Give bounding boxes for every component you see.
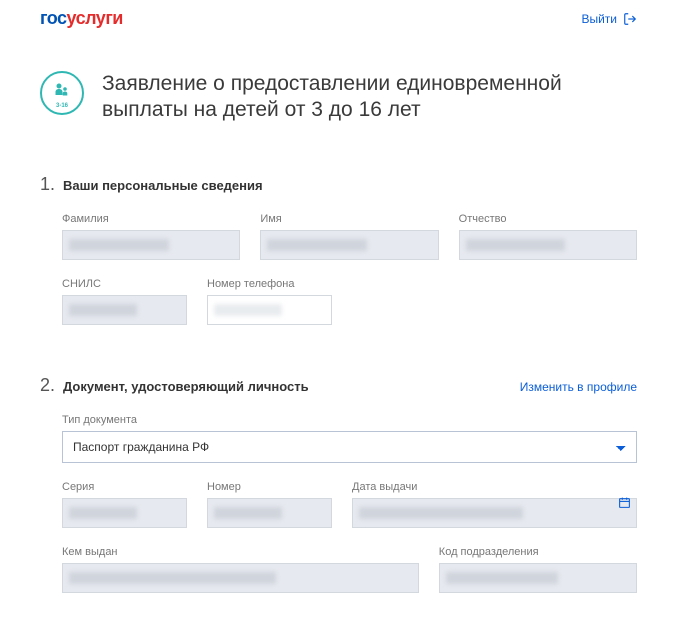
logo[interactable]: госуслуги: [40, 8, 123, 29]
number-input[interactable]: [207, 498, 332, 528]
snils-label: СНИЛС: [62, 278, 187, 290]
section-title: Ваши персональные сведения: [63, 178, 637, 193]
edit-profile-link[interactable]: Изменить в профиле: [520, 380, 637, 394]
section-document: 2. Документ, удостоверяющий личность Изм…: [40, 375, 637, 593]
logo-part-1: гос: [40, 8, 67, 28]
dept-code-input[interactable]: [439, 563, 637, 593]
snils-input[interactable]: [62, 295, 187, 325]
phone-label: Номер телефона: [207, 278, 332, 290]
section-title: Документ, удостоверяющий личность: [63, 379, 512, 394]
calendar-icon[interactable]: [618, 496, 631, 512]
logout-link[interactable]: Выйти: [581, 12, 617, 26]
series-input[interactable]: [62, 498, 187, 528]
doc-type-label: Тип документа: [62, 414, 637, 426]
dept-code-label: Код подразделения: [439, 546, 637, 558]
issued-by-input[interactable]: [62, 563, 419, 593]
section-personal: 1. Ваши персональные сведения Фамилия Им…: [40, 174, 637, 325]
section-num: 1.: [40, 174, 55, 195]
issue-date-label: Дата выдачи: [352, 481, 637, 493]
firstname-input[interactable]: [260, 230, 438, 260]
children-icon: 3-16: [40, 71, 84, 115]
lastname-input[interactable]: [62, 230, 240, 260]
lastname-label: Фамилия: [62, 213, 240, 225]
issued-by-label: Кем выдан: [62, 546, 419, 558]
doc-type-select[interactable]: Паспорт гражданина РФ: [62, 431, 637, 463]
header: госуслуги Выйти: [40, 0, 637, 41]
patronymic-input[interactable]: [459, 230, 637, 260]
logout-icon: [623, 12, 637, 26]
patronymic-label: Отчество: [459, 213, 637, 225]
icon-age-label: 3-16: [56, 103, 68, 109]
section-num: 2.: [40, 375, 55, 396]
page-title: Заявление о предоставлении единовременно…: [102, 71, 637, 124]
series-label: Серия: [62, 481, 187, 493]
issue-date-input[interactable]: [352, 498, 637, 528]
title-row: 3-16 Заявление о предоставлении единовре…: [40, 71, 637, 124]
logout-area: Выйти: [581, 12, 637, 26]
logo-part-2: услуги: [67, 8, 123, 28]
firstname-label: Имя: [260, 213, 438, 225]
number-label: Номер: [207, 481, 332, 493]
phone-input[interactable]: [207, 295, 332, 325]
